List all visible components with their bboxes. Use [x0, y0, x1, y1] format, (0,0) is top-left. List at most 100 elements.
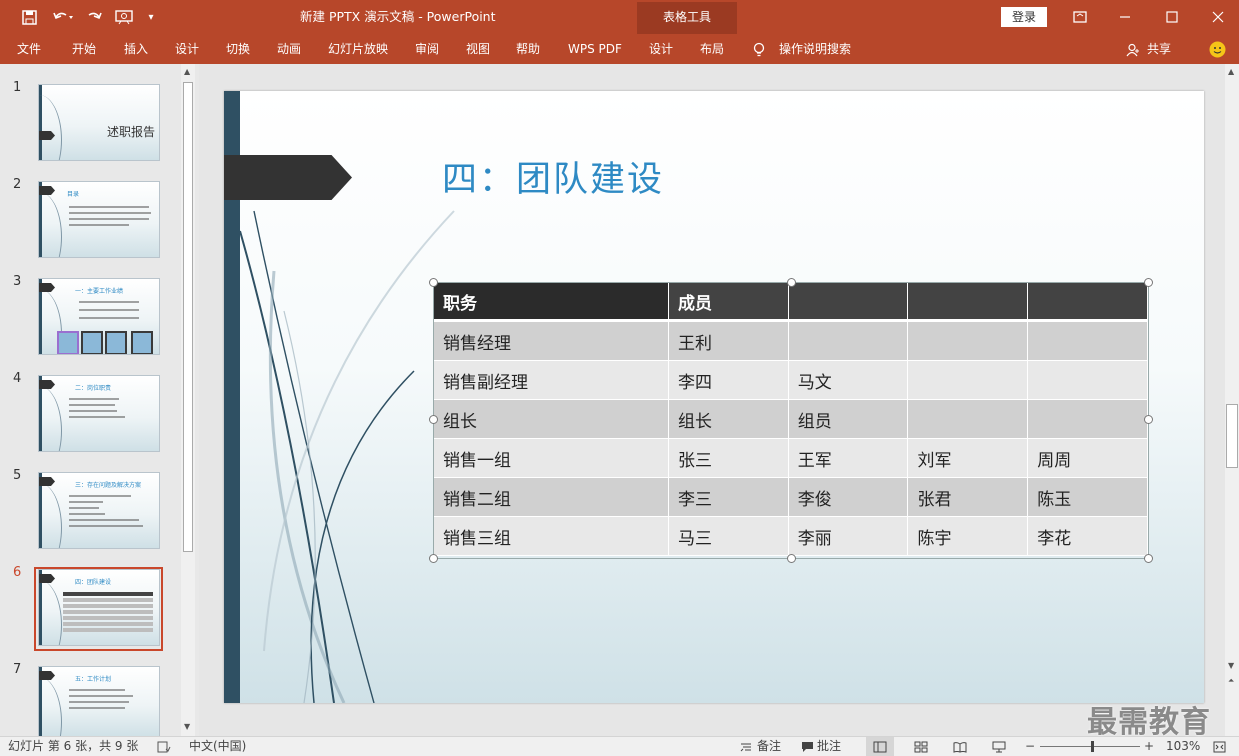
- tab-table-layout[interactable]: 布局: [700, 34, 724, 64]
- table-cell[interactable]: 李丽: [787, 516, 909, 556]
- normal-view-icon[interactable]: [866, 737, 894, 756]
- share-user-icon[interactable]: [1126, 34, 1140, 64]
- tab-home[interactable]: 开始: [72, 34, 96, 64]
- tab-table-design[interactable]: 设计: [649, 34, 673, 64]
- table-cell[interactable]: 王利: [667, 320, 789, 361]
- table-cell[interactable]: 销售经理: [433, 320, 669, 361]
- slide-title[interactable]: 四：团队建设: [442, 151, 664, 202]
- tab-slideshow[interactable]: 幻灯片放映: [328, 34, 388, 64]
- resize-handle-right[interactable]: [1144, 415, 1153, 424]
- tab-transitions[interactable]: 切换: [226, 34, 250, 64]
- tab-wps-pdf[interactable]: WPS PDF: [568, 34, 622, 64]
- prev-slide-icon[interactable]: ⏶: [1228, 676, 1234, 686]
- slide-thumbnail-6[interactable]: 四：团队建设: [38, 569, 160, 646]
- table-cell[interactable]: [907, 360, 1029, 400]
- notes-icon[interactable]: [740, 737, 752, 756]
- notes-button[interactable]: 备注: [757, 737, 781, 756]
- comments-button[interactable]: 批注: [817, 737, 841, 756]
- scroll-down-icon[interactable]: ▼: [1228, 661, 1234, 670]
- table-cell[interactable]: [787, 320, 909, 361]
- tab-view[interactable]: 视图: [466, 34, 490, 64]
- slide-thumbnail-2[interactable]: 目录: [38, 181, 160, 258]
- table-cell[interactable]: [907, 399, 1029, 439]
- table-cell[interactable]: 销售一组: [433, 438, 669, 478]
- save-icon[interactable]: [18, 0, 40, 34]
- scrollbar-thumb[interactable]: [183, 82, 193, 552]
- slide-thumbnail-4[interactable]: 二：岗位职责: [38, 375, 160, 452]
- table-cell[interactable]: 周周: [1027, 438, 1148, 478]
- table-cell[interactable]: 李俊: [787, 477, 909, 517]
- ribbon-display-icon[interactable]: [1068, 0, 1092, 34]
- table-cell[interactable]: 马三: [667, 516, 789, 556]
- thumbnail-scrollbar[interactable]: ▲ ▼: [181, 64, 195, 736]
- slide-thumbnail-1[interactable]: 述职报告: [38, 84, 160, 161]
- table-cell[interactable]: 李三: [667, 477, 789, 517]
- slide-canvas[interactable]: 四：团队建设 职务 成员 销售经理 王利 销售副经理 李四 马文 组长 组长 组…: [224, 91, 1204, 703]
- table-header-cell[interactable]: 职务: [433, 282, 669, 322]
- login-button[interactable]: 登录: [1001, 7, 1047, 27]
- close-icon[interactable]: [1206, 0, 1230, 34]
- smiley-icon[interactable]: [1209, 34, 1226, 64]
- undo-icon[interactable]: [48, 0, 78, 34]
- table-cell[interactable]: [1027, 320, 1148, 361]
- table-cell[interactable]: 组员: [787, 399, 909, 439]
- table-cell[interactable]: 销售二组: [433, 477, 669, 517]
- scrollbar-thumb[interactable]: [1226, 404, 1238, 468]
- resize-handle-bottom[interactable]: [787, 554, 796, 563]
- tab-help[interactable]: 帮助: [516, 34, 540, 64]
- table-cell[interactable]: 陈玉: [1027, 477, 1148, 517]
- table-cell[interactable]: 马文: [787, 360, 909, 400]
- scroll-up-icon[interactable]: ▲: [1228, 67, 1234, 76]
- table-cell[interactable]: 组长: [433, 399, 669, 439]
- scroll-down-icon[interactable]: ▼: [184, 722, 190, 731]
- slide-thumbnail-5[interactable]: 三：存在问题及解决方案: [38, 472, 160, 549]
- resize-handle-top[interactable]: [787, 278, 796, 287]
- maximize-icon[interactable]: [1160, 0, 1184, 34]
- comments-icon[interactable]: [801, 737, 814, 756]
- slide-sorter-icon[interactable]: [914, 737, 928, 756]
- tab-design[interactable]: 设计: [175, 34, 199, 64]
- tell-me-search[interactable]: 操作说明搜索: [779, 34, 851, 64]
- slideshow-view-icon[interactable]: [992, 737, 1006, 756]
- table-cell[interactable]: 李四: [667, 360, 789, 400]
- resize-handle-top-left[interactable]: [429, 278, 438, 287]
- slide-thumbnail-3[interactable]: 一：主要工作业绩: [38, 278, 160, 355]
- table-cell[interactable]: 王军: [787, 438, 909, 478]
- table-cell[interactable]: 组长: [667, 399, 789, 439]
- tab-review[interactable]: 审阅: [415, 34, 439, 64]
- resize-handle-bottom-left[interactable]: [429, 554, 438, 563]
- canvas-scrollbar[interactable]: ▲ ▼ ⏶: [1225, 64, 1239, 736]
- table-cell[interactable]: 李花: [1027, 516, 1148, 556]
- table-cell[interactable]: [1027, 360, 1148, 400]
- present-icon[interactable]: [112, 0, 136, 34]
- resize-handle-left[interactable]: [429, 415, 438, 424]
- table-cell[interactable]: [1027, 399, 1148, 439]
- resize-handle-bottom-right[interactable]: [1144, 554, 1153, 563]
- tab-file[interactable]: 文件: [17, 34, 41, 64]
- spellcheck-icon[interactable]: [157, 737, 171, 756]
- table-header-cell[interactable]: [787, 282, 909, 322]
- share-button[interactable]: 共享: [1147, 34, 1171, 64]
- table-cell[interactable]: [907, 320, 1029, 361]
- reading-view-icon[interactable]: [953, 737, 967, 756]
- table-header-cell[interactable]: [1027, 282, 1148, 322]
- table-header-cell[interactable]: 成员: [667, 282, 789, 322]
- resize-handle-top-right[interactable]: [1144, 278, 1153, 287]
- fit-slide-icon[interactable]: [1213, 737, 1226, 756]
- table-cell[interactable]: 销售三组: [433, 516, 669, 556]
- table-cell[interactable]: 张君: [907, 477, 1029, 517]
- zoom-out-button[interactable]: −: [1025, 737, 1035, 756]
- team-table[interactable]: 职务 成员 销售经理 王利 销售副经理 李四 马文 组长 组长 组员 销售一组 …: [433, 282, 1148, 556]
- tab-insert[interactable]: 插入: [124, 34, 148, 64]
- minimize-icon[interactable]: [1113, 0, 1137, 34]
- slide-thumbnail-7[interactable]: 五：工作计划: [38, 666, 160, 738]
- table-cell[interactable]: 刘军: [907, 438, 1029, 478]
- table-cell[interactable]: 张三: [667, 438, 789, 478]
- table-cell[interactable]: 销售副经理: [433, 360, 669, 400]
- redo-icon[interactable]: [84, 0, 106, 34]
- tab-animations[interactable]: 动画: [277, 34, 301, 64]
- scroll-up-icon[interactable]: ▲: [184, 67, 190, 76]
- language-indicator[interactable]: 中文(中国): [189, 737, 246, 756]
- table-cell[interactable]: 陈宇: [907, 516, 1029, 556]
- customize-icon[interactable]: ▾: [142, 0, 160, 34]
